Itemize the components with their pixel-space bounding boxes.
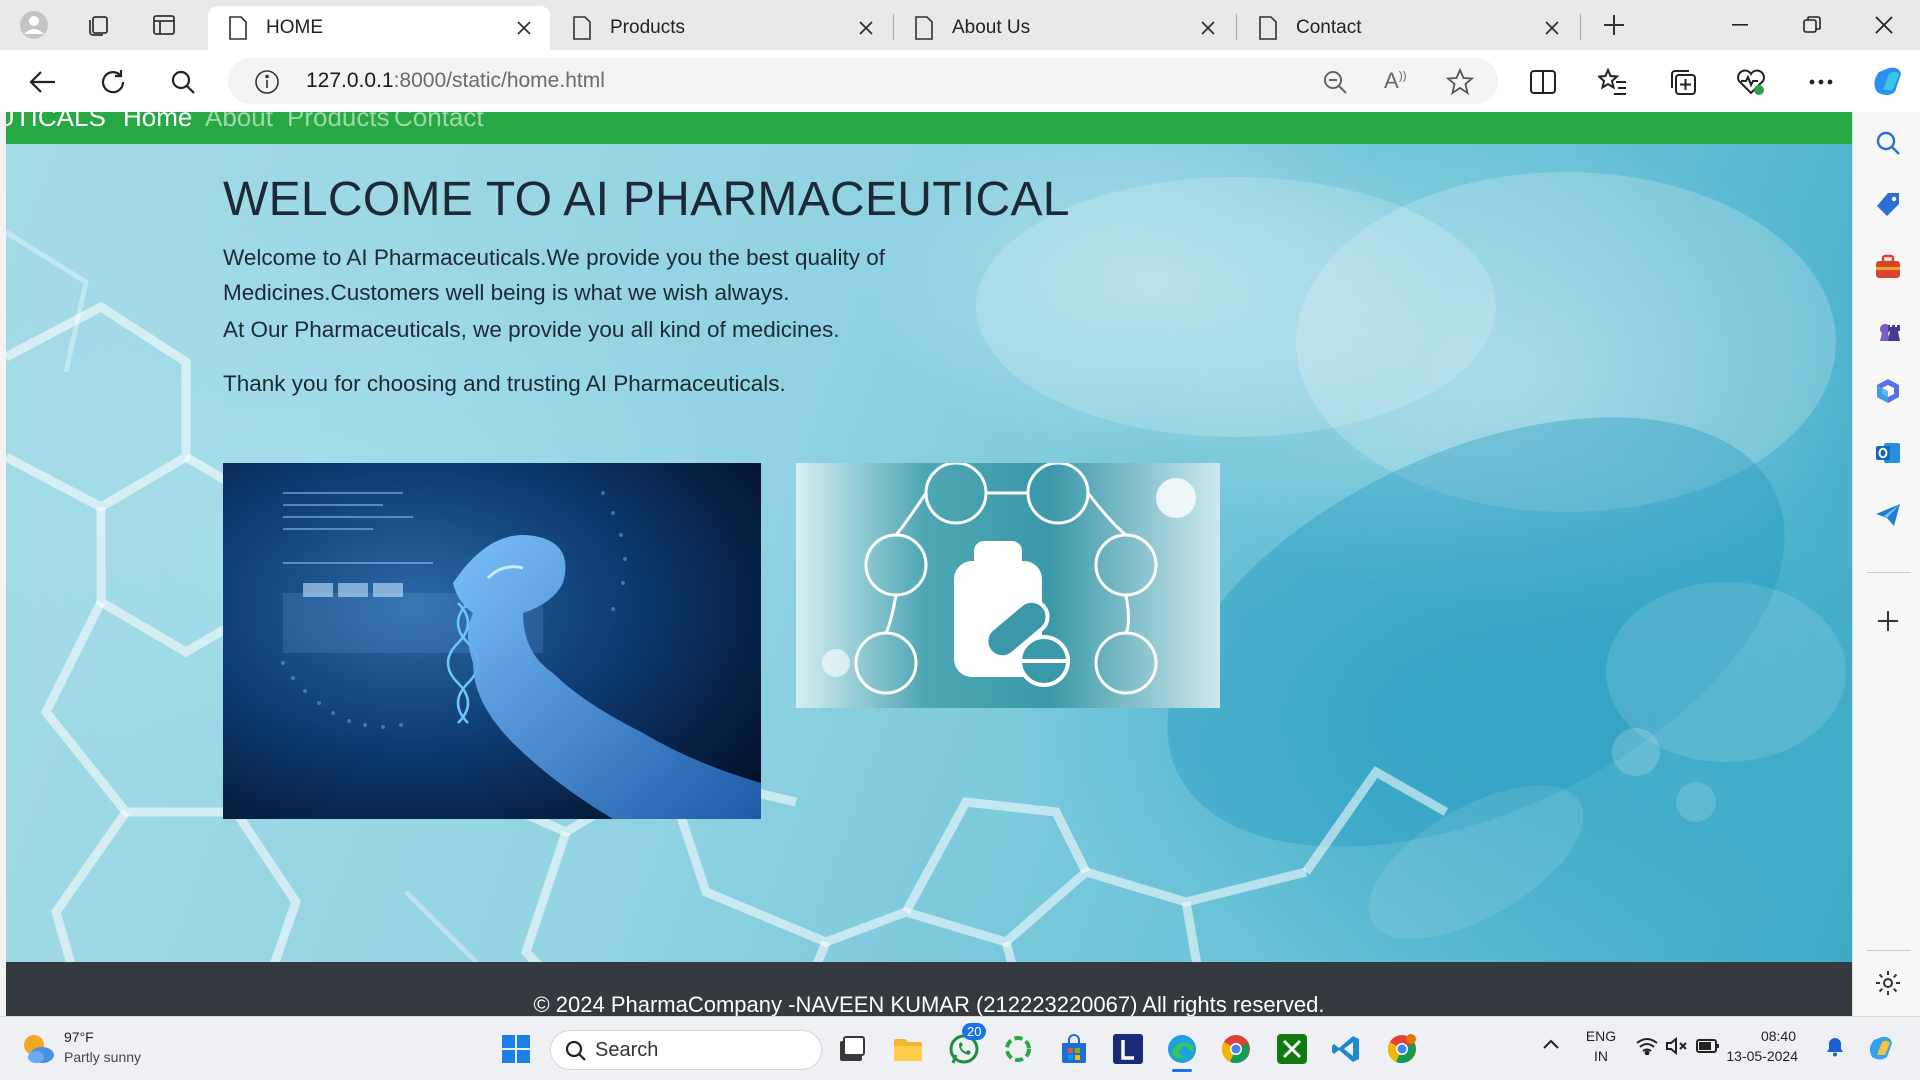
close-tab-icon[interactable] bbox=[512, 16, 536, 40]
nav-link-contact[interactable]: Contact bbox=[394, 112, 484, 133]
more-menu-icon[interactable] bbox=[1804, 65, 1838, 99]
shopping-tag-icon[interactable] bbox=[1873, 190, 1903, 220]
new-tab-icon[interactable] bbox=[1598, 9, 1630, 41]
page-icon bbox=[229, 16, 247, 40]
medicines-paragraph: At Our Pharmaceuticals, we provide you a… bbox=[223, 317, 840, 342]
xbox-icon[interactable] bbox=[1274, 1031, 1310, 1067]
tab-home[interactable]: HOME bbox=[208, 6, 550, 50]
tab-strip: HOME Products About Us Contact bbox=[0, 0, 1920, 50]
telegram-send-icon[interactable] bbox=[1873, 500, 1903, 530]
site-navbar: UTICALS Home About Products Contact bbox=[6, 112, 1852, 144]
copilot-icon[interactable] bbox=[1868, 61, 1908, 101]
chrome-icon[interactable] bbox=[1218, 1031, 1254, 1067]
browser-toolbar: 127.0.0.1:8000/static/home.html A)) bbox=[0, 50, 1920, 112]
close-tab-icon[interactable] bbox=[1196, 16, 1220, 40]
windows-taskbar: 97°F Partly sunny Search 20 ENG IN 08:40… bbox=[0, 1016, 1920, 1080]
outlook-icon[interactable] bbox=[1873, 438, 1903, 468]
notification-bell-icon[interactable] bbox=[1826, 1037, 1844, 1062]
thanks-paragraph: Thank you for choosing and trusting AI P… bbox=[223, 371, 786, 396]
page-viewport: UTICALS Home About Products Contact WELC… bbox=[6, 112, 1852, 1016]
chevron-up-icon[interactable] bbox=[1542, 1037, 1560, 1055]
wifi-icon[interactable] bbox=[1636, 1037, 1658, 1060]
search-icon bbox=[565, 1040, 587, 1067]
battery-icon[interactable] bbox=[1696, 1038, 1720, 1059]
brand-logo-text[interactable]: UTICALS bbox=[6, 112, 106, 133]
notification-badge: 20 bbox=[962, 1023, 987, 1040]
add-sidebar-app-icon[interactable] bbox=[1873, 606, 1903, 636]
favorite-star-icon[interactable] bbox=[1445, 67, 1475, 101]
page-title: WELCOME TO AI PHARMACEUTICAL bbox=[223, 173, 1070, 226]
edge-browser-icon[interactable] bbox=[1164, 1031, 1200, 1072]
restore-icon[interactable] bbox=[1782, 0, 1842, 50]
microsoft-store-icon[interactable] bbox=[1056, 1031, 1092, 1067]
site-info-icon[interactable] bbox=[254, 69, 280, 100]
back-icon[interactable] bbox=[26, 65, 60, 99]
chrome-profile-icon[interactable] bbox=[1384, 1031, 1420, 1067]
weather-description[interactable]: Partly sunny bbox=[64, 1049, 141, 1065]
browser-essentials-icon[interactable] bbox=[1734, 65, 1768, 99]
search-icon[interactable] bbox=[166, 65, 200, 99]
workspaces-icon[interactable] bbox=[82, 9, 114, 41]
profile-icon[interactable] bbox=[18, 9, 50, 41]
clock-date[interactable]: 13-05-2024 bbox=[1722, 1048, 1798, 1064]
zoom-out-icon[interactable] bbox=[1322, 69, 1348, 100]
tab-products[interactable]: Products bbox=[552, 6, 892, 50]
dna-hand-image bbox=[223, 463, 761, 819]
task-view-icon[interactable] bbox=[834, 1031, 870, 1067]
read-aloud-icon[interactable]: A)) bbox=[1384, 68, 1407, 94]
url-text[interactable]: 127.0.0.1:8000/static/home.html bbox=[306, 69, 605, 93]
refresh-icon[interactable] bbox=[96, 65, 130, 99]
sync-app-icon[interactable] bbox=[1000, 1031, 1036, 1067]
favorites-icon[interactable] bbox=[1596, 65, 1630, 99]
site-footer: © 2024 PharmaCompany -NAVEEN KUMAR (2122… bbox=[6, 962, 1852, 1016]
whatsapp-icon[interactable]: 20 bbox=[946, 1023, 987, 1067]
tab-label: HOME bbox=[266, 17, 323, 38]
weather-temp[interactable]: 97°F bbox=[64, 1029, 94, 1045]
clock-time[interactable]: 08:40 bbox=[1732, 1028, 1796, 1044]
tab-actions-icon[interactable] bbox=[148, 9, 180, 41]
nav-link-about[interactable]: About bbox=[205, 112, 273, 133]
close-tab-icon[interactable] bbox=[1540, 16, 1564, 40]
nav-link-products[interactable]: Products bbox=[287, 112, 390, 133]
games-chess-icon[interactable] bbox=[1873, 314, 1903, 344]
close-tab-icon[interactable] bbox=[854, 16, 878, 40]
nav-link-home[interactable]: Home bbox=[123, 112, 192, 133]
pharmacy-icons-image bbox=[796, 463, 1220, 708]
browser-sidebar bbox=[1852, 112, 1920, 1016]
search-icon[interactable] bbox=[1873, 128, 1903, 158]
m365-copilot-icon[interactable] bbox=[1873, 376, 1903, 406]
start-windows-icon[interactable] bbox=[498, 1031, 534, 1067]
close-window-icon[interactable] bbox=[1854, 0, 1914, 50]
vscode-icon[interactable] bbox=[1328, 1031, 1364, 1067]
copilot-preview-icon[interactable] bbox=[1866, 1033, 1896, 1068]
address-bar[interactable]: 127.0.0.1:8000/static/home.html A)) bbox=[228, 58, 1498, 104]
page-icon bbox=[915, 16, 933, 40]
file-explorer-icon[interactable] bbox=[890, 1031, 926, 1067]
settings-gear-icon[interactable] bbox=[1873, 968, 1903, 998]
intro-paragraph: Welcome to AI Pharmaceuticals.We provide… bbox=[223, 245, 886, 305]
tab-contact[interactable]: Contact bbox=[1238, 6, 1578, 50]
search-label: Search bbox=[595, 1039, 659, 1061]
volume-muted-icon[interactable] bbox=[1666, 1036, 1688, 1060]
weather-icon[interactable] bbox=[20, 1031, 56, 1070]
collections-icon[interactable] bbox=[1666, 65, 1700, 99]
minimize-icon[interactable] bbox=[1710, 0, 1770, 50]
tab-label: Products bbox=[610, 17, 685, 38]
taskbar-search[interactable]: Search bbox=[550, 1030, 822, 1070]
page-icon bbox=[1259, 16, 1277, 40]
page-icon bbox=[573, 16, 591, 40]
tab-label: Contact bbox=[1296, 17, 1362, 38]
l-app-icon[interactable] bbox=[1110, 1031, 1146, 1067]
tools-briefcase-icon[interactable] bbox=[1873, 252, 1903, 282]
split-screen-icon[interactable] bbox=[1526, 65, 1560, 99]
language-region[interactable]: IN bbox=[1584, 1048, 1618, 1064]
tab-about-us[interactable]: About Us bbox=[894, 6, 1234, 50]
footer-copyright: © 2024 PharmaCompany -NAVEEN KUMAR (2122… bbox=[533, 992, 1325, 1016]
language-code[interactable]: ENG bbox=[1584, 1028, 1618, 1044]
tab-label: About Us bbox=[952, 17, 1031, 38]
